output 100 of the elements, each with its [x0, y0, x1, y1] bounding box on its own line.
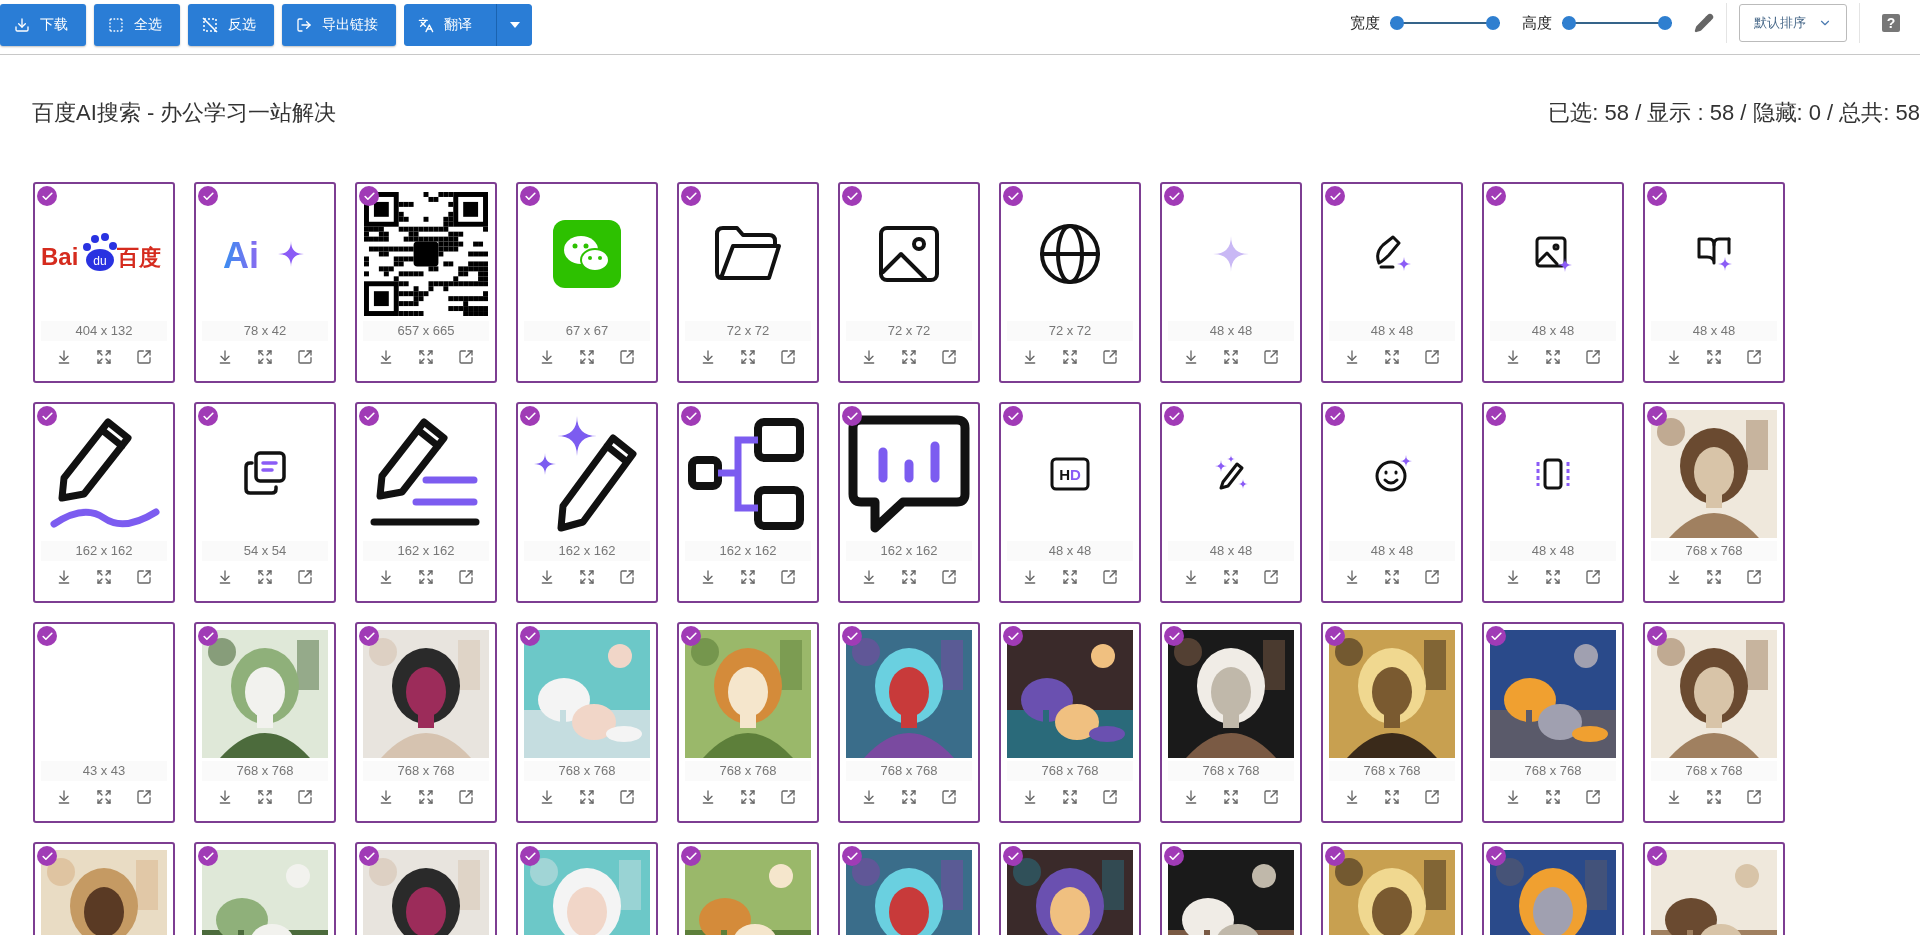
checkbox[interactable] — [37, 406, 57, 426]
open-button[interactable] — [1261, 787, 1281, 807]
sort-dropdown[interactable]: 默认排序 — [1739, 4, 1847, 42]
open-button[interactable] — [295, 567, 315, 587]
expand-button[interactable] — [1382, 567, 1402, 587]
expand-button[interactable] — [1060, 787, 1080, 807]
open-button[interactable] — [456, 347, 476, 367]
image-card[interactable]: 67 x 67 — [516, 182, 658, 383]
expand-button[interactable] — [577, 347, 597, 367]
image-card[interactable]: 162 x 162 — [516, 402, 658, 603]
open-button[interactable] — [1261, 567, 1281, 587]
image-card[interactable]: Ai 78 x 42 — [194, 182, 336, 383]
open-button[interactable] — [1261, 347, 1281, 367]
toolbar-button[interactable]: 翻译 — [404, 4, 496, 46]
open-button[interactable] — [1422, 567, 1442, 587]
open-button[interactable] — [617, 567, 637, 587]
open-button[interactable] — [778, 567, 798, 587]
open-button[interactable] — [1744, 567, 1764, 587]
open-button[interactable] — [778, 347, 798, 367]
image-card[interactable]: 768 x 768 — [999, 622, 1141, 823]
image-card[interactable]: 43 x 43 — [33, 622, 175, 823]
expand-button[interactable] — [899, 347, 919, 367]
open-button[interactable] — [134, 567, 154, 587]
image-card[interactable]: 768 x 768 — [1321, 622, 1463, 823]
open-button[interactable] — [939, 787, 959, 807]
checkbox[interactable] — [198, 846, 218, 866]
image-card[interactable]: 48 x 48 — [1321, 402, 1463, 603]
checkbox[interactable] — [842, 626, 862, 646]
expand-button[interactable] — [416, 347, 436, 367]
image-card[interactable]: 54 x 54 — [194, 402, 336, 603]
open-button[interactable] — [456, 567, 476, 587]
open-button[interactable] — [295, 787, 315, 807]
expand-button[interactable] — [1704, 787, 1724, 807]
image-card[interactable]: 657 x 665 — [355, 182, 497, 383]
image-card[interactable]: 768 x 768 — [355, 622, 497, 823]
checkbox[interactable] — [1164, 626, 1184, 646]
checkbox[interactable] — [1325, 186, 1345, 206]
checkbox[interactable] — [520, 186, 540, 206]
image-card[interactable]: 72 x 72 — [677, 182, 819, 383]
expand-button[interactable] — [1382, 347, 1402, 367]
checkbox[interactable] — [198, 186, 218, 206]
toolbar-button[interactable]: 导出链接 — [282, 4, 396, 46]
expand-button[interactable] — [1704, 347, 1724, 367]
open-button[interactable] — [295, 347, 315, 367]
expand-button[interactable] — [577, 567, 597, 587]
open-button[interactable] — [1583, 567, 1603, 587]
image-card[interactable]: 768 x 768 — [194, 622, 336, 823]
image-card[interactable]: 162 x 162 — [677, 402, 819, 603]
image-card[interactable]: 48 x 48 — [1643, 182, 1785, 383]
checkbox[interactable] — [359, 626, 379, 646]
image-card[interactable]: 48 x 48 — [1321, 182, 1463, 383]
image-card[interactable]: 48 x 48 — [1482, 402, 1624, 603]
open-button[interactable] — [1422, 347, 1442, 367]
slider-thumb[interactable] — [1658, 16, 1672, 30]
checkbox[interactable] — [1647, 186, 1667, 206]
checkbox[interactable] — [842, 186, 862, 206]
open-button[interactable] — [939, 347, 959, 367]
checkbox[interactable] — [198, 406, 218, 426]
checkbox[interactable] — [1003, 846, 1023, 866]
image-card[interactable]: 768 x 768 — [516, 622, 658, 823]
image-card[interactable]: 48 x 48 — [1160, 402, 1302, 603]
expand-button[interactable] — [1060, 347, 1080, 367]
checkbox[interactable] — [520, 626, 540, 646]
checkbox[interactable] — [37, 626, 57, 646]
expand-button[interactable] — [738, 567, 758, 587]
dropdown-button[interactable] — [496, 4, 532, 46]
expand-button[interactable] — [899, 787, 919, 807]
expand-button[interactable] — [416, 787, 436, 807]
image-card[interactable]: 162 x 162 — [355, 402, 497, 603]
open-button[interactable] — [1744, 347, 1764, 367]
expand-button[interactable] — [94, 347, 114, 367]
toolbar-button[interactable]: 全选 — [94, 4, 180, 46]
expand-button[interactable] — [1221, 567, 1241, 587]
open-button[interactable] — [1583, 787, 1603, 807]
slider-thumb[interactable] — [1486, 16, 1500, 30]
checkbox[interactable] — [842, 406, 862, 426]
open-button[interactable] — [456, 787, 476, 807]
checkbox[interactable] — [359, 186, 379, 206]
checkbox[interactable] — [681, 626, 701, 646]
open-button[interactable] — [1583, 347, 1603, 367]
checkbox[interactable] — [520, 406, 540, 426]
expand-button[interactable] — [416, 567, 436, 587]
image-card[interactable]: 768 x 768 — [1482, 622, 1624, 823]
checkbox[interactable] — [359, 846, 379, 866]
expand-button[interactable] — [1543, 567, 1563, 587]
expand-button[interactable] — [738, 347, 758, 367]
help-icon[interactable]: ? — [1882, 14, 1900, 32]
expand-button[interactable] — [1704, 567, 1724, 587]
image-card[interactable]: Bai du 百度 404 x 132 — [33, 182, 175, 383]
expand-button[interactable] — [1382, 787, 1402, 807]
toolbar-button[interactable]: 反选 — [188, 4, 274, 46]
expand-button[interactable] — [738, 787, 758, 807]
checkbox[interactable] — [681, 186, 701, 206]
expand-button[interactable] — [1543, 347, 1563, 367]
image-card[interactable]: 72 x 72 — [999, 182, 1141, 383]
expand-button[interactable] — [255, 567, 275, 587]
expand-button[interactable] — [94, 567, 114, 587]
checkbox[interactable] — [681, 846, 701, 866]
checkbox[interactable] — [681, 406, 701, 426]
open-button[interactable] — [1100, 567, 1120, 587]
